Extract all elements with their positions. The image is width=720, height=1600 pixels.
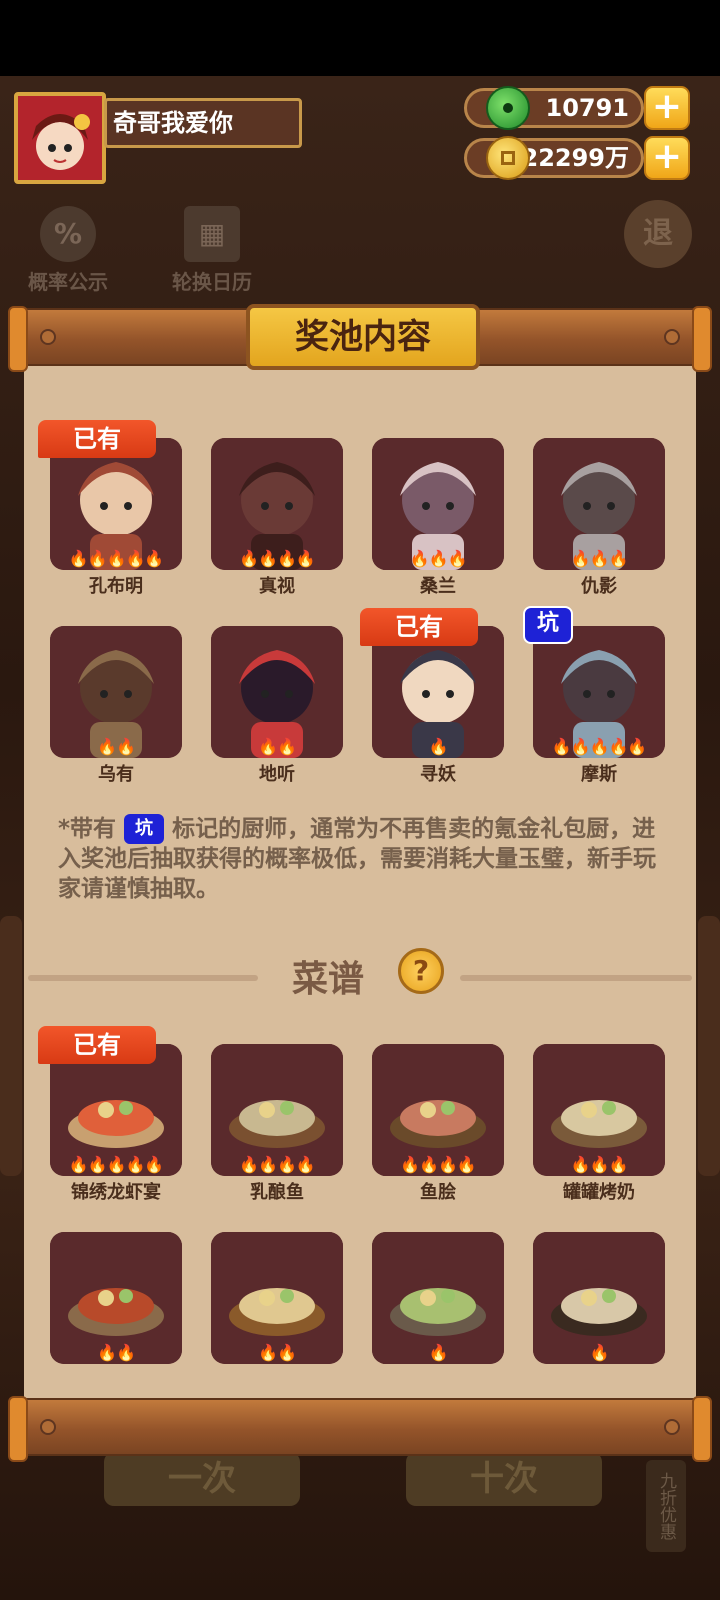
chef-name: 乌有 xyxy=(98,764,134,785)
rarity-fires: 🔥🔥 xyxy=(258,1343,297,1362)
divider-right xyxy=(460,975,692,981)
chef-card[interactable]: 🔥🔥🔥 xyxy=(372,438,504,570)
pit-badge: 坑 xyxy=(523,606,573,644)
rarity-fires: 🔥🔥🔥🔥 xyxy=(239,549,316,568)
draw-ten-button: 十次 xyxy=(406,1452,602,1506)
exit-button: 退 xyxy=(624,200,692,268)
chef-name: 地听 xyxy=(259,764,295,785)
calendar-icon: ▦ xyxy=(184,206,240,262)
rod-cap xyxy=(8,306,28,372)
rod-knob xyxy=(40,329,56,345)
rod-cap xyxy=(692,306,712,372)
percent-icon: % xyxy=(40,206,96,262)
chef-name: 孔布明 xyxy=(89,576,143,597)
calendar-tool: ▦ 轮换日历 xyxy=(162,206,262,295)
rarity-fires: 🔥🔥🔥 xyxy=(409,549,468,568)
recipe-card[interactable]: 🔥🔥 xyxy=(50,1232,182,1364)
rod-cap xyxy=(692,1396,712,1462)
probability-tool: % 概率公示 xyxy=(20,206,116,295)
help-icon[interactable]: ? xyxy=(398,948,444,994)
add-jade-button[interactable]: + xyxy=(644,86,690,130)
rarity-fires: 🔥 xyxy=(589,1343,610,1362)
chef-name: 桑兰 xyxy=(420,576,456,597)
add-coin-button[interactable]: + xyxy=(644,136,690,180)
recipe-card[interactable]: 🔥🔥🔥🔥 xyxy=(211,1044,343,1176)
calendar-label: 轮换日历 xyxy=(172,270,252,294)
jade-icon xyxy=(486,86,530,130)
recipe-card[interactable]: 🔥 xyxy=(533,1232,665,1364)
recipe-card[interactable]: 🔥🔥 xyxy=(211,1232,343,1364)
rarity-fires: 🔥🔥 xyxy=(258,737,297,756)
chef-card[interactable]: 🔥🔥 xyxy=(211,626,343,758)
recipe-card[interactable]: 🔥🔥🔥🔥 xyxy=(372,1044,504,1176)
note-prefix: *带有 xyxy=(58,816,117,842)
probability-label: 概率公示 xyxy=(28,270,108,294)
chef-name: 摩斯 xyxy=(581,764,617,785)
rarity-fires: 🔥🔥🔥 xyxy=(570,549,629,568)
chef-name: 仇影 xyxy=(581,576,617,597)
player-avatar[interactable] xyxy=(14,92,106,184)
rarity-fires: 🔥🔥🔥 xyxy=(570,1155,629,1174)
coin-icon xyxy=(486,136,530,180)
rod-knob xyxy=(40,1419,56,1435)
owned-badge: 已有 xyxy=(38,1026,156,1064)
pit-note: *带有 坑 标记的厨师，通常为不再售卖的氪金礼包厨，进入奖池后抽取获得的概率极低… xyxy=(58,814,668,904)
rarity-fires: 🔥🔥 xyxy=(97,737,136,756)
side-wood xyxy=(0,916,22,1176)
recipe-name: 锦绣龙虾宴 xyxy=(71,1182,161,1203)
rarity-fires: 🔥🔥🔥🔥🔥 xyxy=(68,1155,165,1174)
rarity-fires: 🔥🔥🔥🔥🔥 xyxy=(68,549,165,568)
recipe-card[interactable]: 🔥 xyxy=(372,1232,504,1364)
coin-value: 22299万 xyxy=(521,144,630,172)
recipe-card[interactable]: 🔥🔥🔥 xyxy=(533,1044,665,1176)
recipes-title: 菜谱 xyxy=(292,959,365,1000)
chef-card[interactable]: 🔥🔥🔥🔥🔥 xyxy=(533,626,665,758)
rarity-fires: 🔥 xyxy=(428,737,449,756)
rod-knob xyxy=(664,1419,680,1435)
recipe-name: 乳酿鱼 xyxy=(250,1182,304,1203)
scroll-rod-bottom xyxy=(8,1396,712,1462)
divider-left xyxy=(28,975,258,981)
avatar-portrait xyxy=(18,96,102,180)
rarity-fires: 🔥🔥🔥🔥🔥 xyxy=(551,737,648,756)
rod-knob xyxy=(664,329,680,345)
panel-title: 奖池内容 xyxy=(246,304,480,370)
rarity-fires: 🔥🔥🔥🔥 xyxy=(239,1155,316,1174)
rarity-fires: 🔥🔥 xyxy=(97,1343,136,1362)
chef-name: 寻妖 xyxy=(420,764,456,785)
draw-once-button: 一次 xyxy=(104,1452,300,1506)
jade-value: 10791 xyxy=(545,94,630,122)
chef-name: 真视 xyxy=(259,576,295,597)
chef-card[interactable]: 🔥🔥🔥 xyxy=(533,438,665,570)
owned-badge: 已有 xyxy=(360,608,478,646)
recipe-name: 罐罐烤奶 xyxy=(563,1182,635,1203)
rod-cap xyxy=(8,1396,28,1462)
chef-card[interactable]: 🔥🔥 xyxy=(50,626,182,758)
recipe-name: 鱼脍 xyxy=(420,1182,456,1203)
pit-inline-badge: 坑 xyxy=(124,814,165,844)
player-name: 奇哥我爱你 xyxy=(104,98,302,148)
rarity-fires: 🔥🔥🔥🔥 xyxy=(400,1155,477,1174)
discount-tag: 九折优惠 xyxy=(646,1460,686,1552)
owned-badge: 已有 xyxy=(38,420,156,458)
chef-card[interactable]: 🔥🔥🔥🔥 xyxy=(211,438,343,570)
rarity-fires: 🔥 xyxy=(428,1343,449,1362)
side-wood xyxy=(698,916,720,1176)
